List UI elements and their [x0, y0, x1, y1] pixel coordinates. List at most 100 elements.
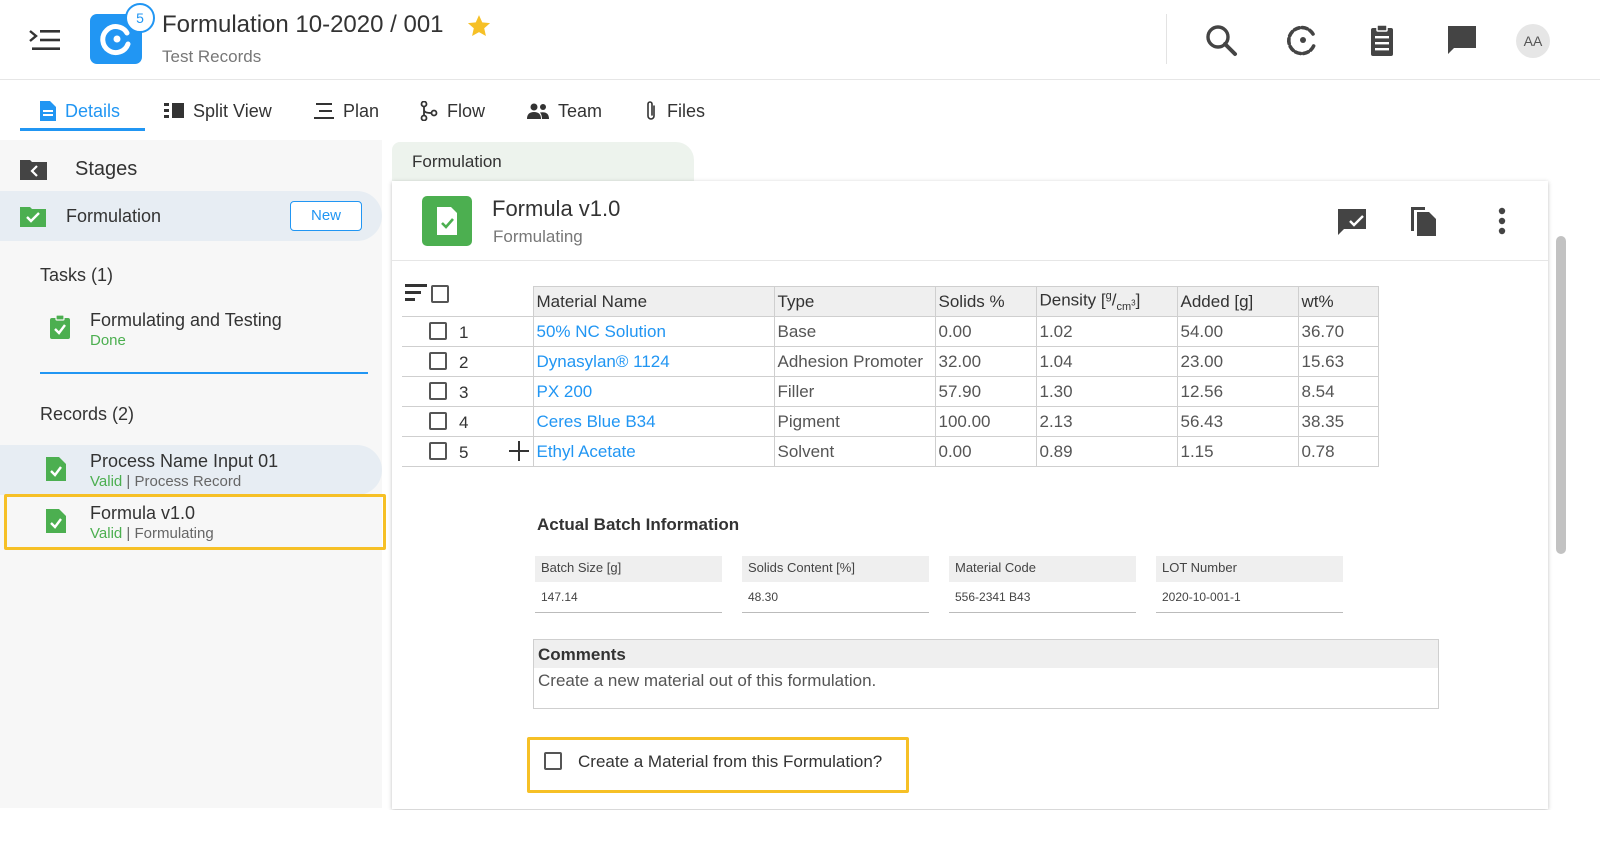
solids-cell: 0.00: [934, 316, 1037, 347]
new-button[interactable]: New: [290, 201, 362, 231]
batch-info-title: Actual Batch Information: [537, 515, 740, 534]
density-cell: 2.13: [1035, 406, 1178, 437]
material-link[interactable]: Ceres Blue B34: [537, 412, 656, 431]
column-header[interactable]: Added [g]: [1176, 286, 1299, 317]
batch-size-field[interactable]: Batch Size [g] 147.14: [535, 556, 722, 613]
add-row-icon[interactable]: [509, 441, 529, 461]
menu-icon[interactable]: [28, 26, 62, 54]
field-label: LOT Number: [1156, 556, 1343, 582]
row-checkbox[interactable]: [429, 442, 447, 460]
column-header[interactable]: Solids %: [934, 286, 1037, 317]
column-header[interactable]: Material Name: [532, 286, 775, 317]
stages-header: Stages: [20, 154, 137, 184]
column-header[interactable]: Type: [773, 286, 936, 317]
record-name: Process Name Input 01: [90, 451, 279, 471]
search-icon[interactable]: [1203, 22, 1239, 58]
lot-number-field[interactable]: LOT Number 2020-10-001-1: [1156, 556, 1343, 613]
sidebar: Stages Formulation New Tasks (1) Formula…: [0, 140, 386, 808]
type-cell: Filler: [773, 376, 936, 407]
density-cell: 0.89: [1035, 436, 1178, 467]
divider: [1166, 14, 1167, 64]
material-name-cell: PX 200: [532, 376, 775, 407]
material-name-cell: Ethyl Acetate: [532, 436, 775, 467]
page-subtitle: Test Records: [162, 47, 262, 66]
material-link[interactable]: PX 200: [537, 382, 593, 401]
wt-cell: 38.35: [1297, 406, 1379, 437]
comment-check-icon[interactable]: [1334, 203, 1370, 239]
record-item-formula[interactable]: Formula v1.0 Valid | Formulating: [0, 497, 382, 547]
stage-label: Formulation: [66, 206, 162, 226]
tab-team[interactable]: Team: [527, 92, 602, 130]
top-bar: 5 Formulation 10-2020 / 001 Test Records…: [0, 0, 1600, 80]
column-header[interactable]: wt%: [1297, 286, 1379, 317]
comments-label: Comments: [534, 640, 1438, 668]
active-tab-indicator: [20, 128, 145, 131]
create-material-checkbox[interactable]: [544, 752, 562, 770]
copy-icon[interactable]: [1405, 203, 1441, 239]
material-link[interactable]: Dynasylan® 1124: [537, 352, 670, 371]
create-material-label[interactable]: Create a Material from this Formulation?: [578, 752, 882, 772]
tab-details[interactable]: Details: [40, 92, 120, 130]
tab-flow[interactable]: Flow: [420, 92, 485, 130]
record-meta: Valid | Process Record: [90, 473, 241, 490]
document-check-icon: [46, 457, 66, 481]
table-row: PX 200 Filler 57.90 1.30 12.56 8.54: [402, 376, 1379, 407]
stages-label: Stages: [75, 157, 138, 180]
task-item[interactable]: Formulating and Testing Done: [40, 305, 370, 349]
field-value[interactable]: 147.14: [535, 582, 722, 613]
tab-files[interactable]: Files: [644, 92, 705, 130]
type-cell: Base: [773, 316, 936, 347]
row-number: 2: [459, 353, 469, 372]
folder-back-icon: [20, 160, 47, 180]
divider: [40, 372, 368, 374]
chat-icon[interactable]: [1444, 22, 1480, 58]
stage-item-formulation[interactable]: Formulation New: [0, 191, 382, 241]
notification-badge[interactable]: 5: [125, 3, 155, 33]
record-card: Formula v1.0 Formulating: [392, 181, 1548, 809]
tab-label: Flow: [447, 100, 486, 121]
row-number: 5: [459, 443, 469, 462]
material-link[interactable]: 50% NC Solution: [537, 322, 666, 341]
plan-icon: [314, 103, 334, 119]
row-checkbox[interactable]: [429, 382, 447, 400]
loading-icon[interactable]: [1283, 22, 1319, 58]
solids-cell: 0.00: [934, 436, 1037, 467]
row-number: 1: [459, 323, 469, 342]
material-code-field[interactable]: Material Code 556-2341 B43: [949, 556, 1136, 613]
wt-cell: 8.54: [1297, 376, 1379, 407]
comments-input[interactable]: Create a new material out of this formul…: [534, 668, 1438, 691]
sidebar-footer: [0, 808, 382, 858]
solids-content-field[interactable]: Solids Content [%] 48.30: [742, 556, 929, 613]
scrollbar[interactable]: [1556, 236, 1566, 554]
record-item-process-name-input[interactable]: Process Name Input 01 Valid | Process Re…: [0, 445, 382, 495]
unit-numerator: g: [1105, 289, 1112, 302]
column-header-density[interactable]: Density [g/cm3]: [1035, 286, 1178, 317]
card-title: Formula v1.0: [492, 196, 621, 221]
clipboard-icon[interactable]: [1364, 22, 1400, 58]
stage-tab-label: Formulation: [412, 152, 502, 171]
record-type: | Formulating: [126, 525, 214, 542]
row-checkbox[interactable]: [429, 412, 447, 430]
star-icon[interactable]: [466, 13, 492, 39]
row-checkbox[interactable]: [429, 322, 447, 340]
create-material-option: Create a Material from this Formulation?: [527, 737, 909, 793]
field-value[interactable]: 556-2341 B43: [949, 582, 1136, 613]
solids-cell: 57.90: [934, 376, 1037, 407]
field-value[interactable]: 2020-10-001-1: [1156, 582, 1343, 613]
avatar[interactable]: AA: [1516, 24, 1550, 58]
page-title: Formulation 10-2020 / 001: [162, 11, 444, 38]
row-checkbox[interactable]: [429, 352, 447, 370]
material-link[interactable]: Ethyl Acetate: [537, 442, 636, 461]
field-label: Solids Content [%]: [742, 556, 929, 582]
more-options-icon[interactable]: [1484, 203, 1520, 239]
tab-plan[interactable]: Plan: [314, 92, 379, 130]
field-value[interactable]: 48.30: [742, 582, 929, 613]
stage-tab-formulation[interactable]: Formulation: [392, 142, 694, 182]
tab-label: Plan: [343, 100, 380, 121]
material-name-cell: Ceres Blue B34: [532, 406, 775, 437]
record-status: Valid: [90, 473, 123, 490]
tab-split-view[interactable]: Split View: [164, 92, 272, 130]
card-subtitle: Formulating: [493, 227, 583, 246]
team-icon: [527, 103, 549, 119]
unit-exponent: 3: [1131, 298, 1136, 308]
